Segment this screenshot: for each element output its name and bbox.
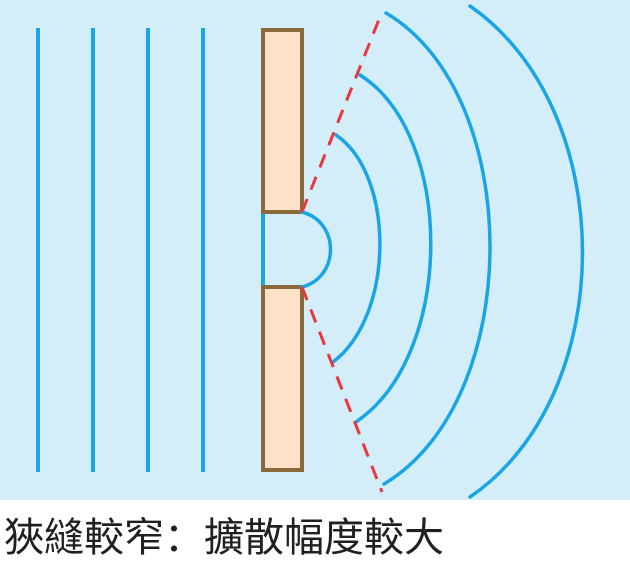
caption: 狹縫較窄：擴散幅度較大 [4, 515, 444, 561]
barrier-lower [261, 285, 304, 472]
diffraction-diagram [0, 0, 630, 500]
barrier-upper [261, 28, 304, 214]
